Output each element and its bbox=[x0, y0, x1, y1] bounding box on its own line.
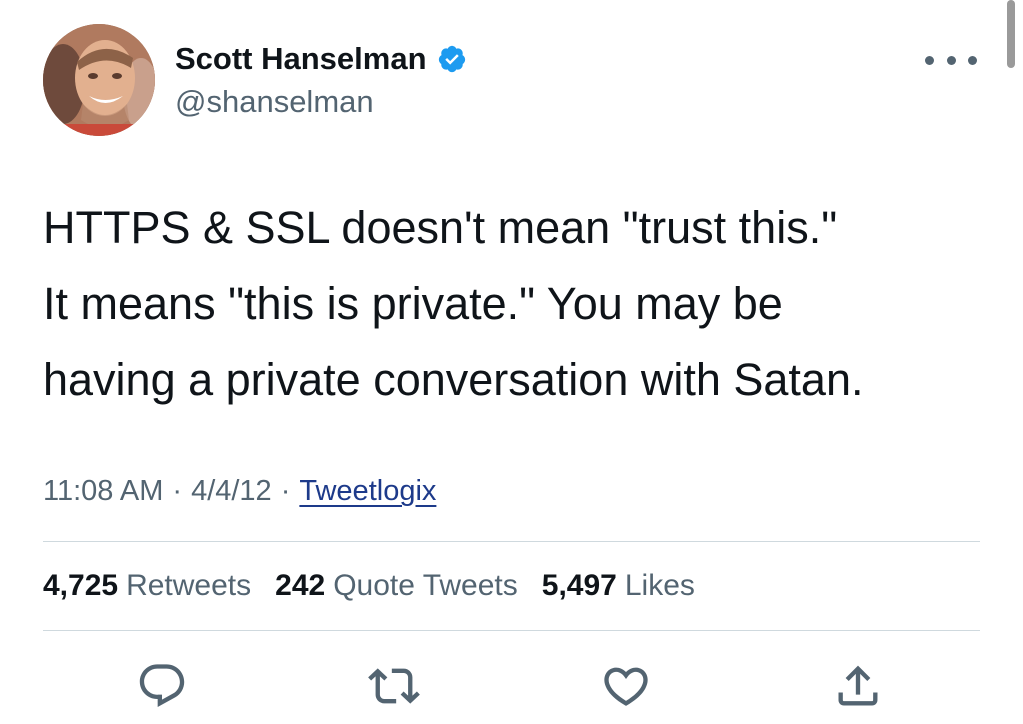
retweets-label: Retweets bbox=[126, 569, 252, 602]
tweet-meta: 11:08 AM · 4/4/12 · Tweetlogix bbox=[43, 471, 436, 511]
like-button[interactable] bbox=[598, 658, 654, 714]
meta-separator: · bbox=[172, 475, 183, 507]
divider bbox=[43, 630, 980, 631]
verified-badge-icon bbox=[437, 44, 467, 74]
more-dot bbox=[925, 55, 934, 65]
tweet-time[interactable]: 11:08 AM bbox=[43, 475, 163, 507]
meta-separator: · bbox=[280, 475, 291, 507]
tweet-text: HTTPS & SSL doesn't mean "trust this." I… bbox=[43, 190, 993, 418]
tweet-stats: 4,725 Retweets 242 Quote Tweets 5,497 Likes bbox=[43, 566, 719, 606]
more-options-icon[interactable] bbox=[925, 48, 977, 72]
avatar-image bbox=[43, 24, 155, 136]
avatar[interactable] bbox=[43, 24, 155, 136]
tweet-text-line: having a private conversation with Satan… bbox=[43, 354, 864, 405]
more-dot bbox=[946, 55, 956, 65]
reply-button[interactable] bbox=[134, 658, 190, 714]
scroll-indicator[interactable] bbox=[1007, 0, 1015, 68]
tweet-source-link[interactable]: Tweetlogix bbox=[299, 475, 436, 507]
retweets-stat[interactable]: 4,725 Retweets bbox=[43, 566, 251, 606]
author-name-text: Scott Hanselman bbox=[175, 41, 427, 76]
quote-tweets-label: Quote Tweets bbox=[333, 569, 518, 602]
retweet-button[interactable] bbox=[366, 658, 422, 714]
tweet-text-line: HTTPS & SSL doesn't mean "trust this." bbox=[43, 202, 838, 253]
retweets-count: 4,725 bbox=[43, 569, 119, 602]
likes-stat[interactable]: 5,497 Likes bbox=[542, 566, 695, 606]
tweet-text-line: It means "this is private." You may be bbox=[43, 278, 783, 329]
author-handle[interactable]: @shanselman bbox=[175, 82, 374, 122]
divider bbox=[43, 541, 980, 542]
quote-tweets-stat[interactable]: 242 Quote Tweets bbox=[275, 566, 518, 606]
quote-tweets-count: 242 bbox=[275, 569, 326, 602]
heart-icon bbox=[604, 667, 648, 706]
tweet-date[interactable]: 4/4/12 bbox=[191, 475, 272, 507]
share-button[interactable] bbox=[830, 658, 886, 714]
more-dot bbox=[968, 55, 977, 65]
likes-label: Likes bbox=[624, 569, 695, 602]
likes-count: 5,497 bbox=[541, 569, 617, 602]
author-name[interactable]: Scott Hanselman bbox=[175, 39, 467, 79]
share-icon bbox=[838, 665, 878, 706]
retweet-icon bbox=[368, 668, 420, 704]
reply-icon bbox=[139, 664, 185, 708]
